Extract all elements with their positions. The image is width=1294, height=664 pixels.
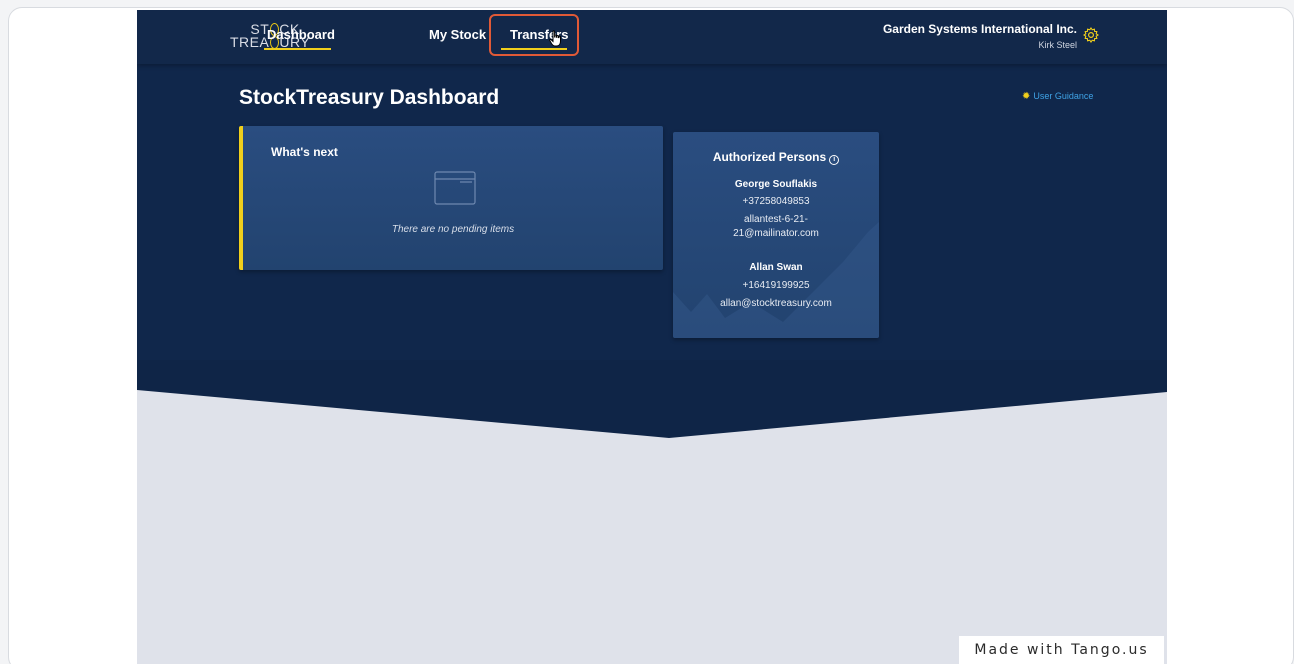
gear-icon[interactable] xyxy=(1083,27,1099,43)
user-guidance-link[interactable]: ✹ User Guidance xyxy=(1022,91,1093,102)
authorized-persons-heading: Authorized Persons i xyxy=(673,150,879,165)
person-name: George Souflakis xyxy=(734,179,818,190)
top-navigation-bar: ST CK TREA URY Dashboard My Stock Transfer… xyxy=(137,10,1167,64)
app-viewport: ST CK TREA URY Dashboard My Stock Transfer… xyxy=(137,10,1167,664)
info-icon[interactable]: i xyxy=(829,155,840,165)
whats-next-card: What's next There are no pending items xyxy=(239,126,663,270)
person-phone: +16419199925 xyxy=(742,280,810,291)
authorized-persons-card: Authorized Persons i George Souflakis +37… xyxy=(673,132,879,338)
user-guidance-label: User Guidance xyxy=(1033,91,1094,101)
empty-state-text: There are no pending items xyxy=(391,224,515,235)
person-name: Allan Swan xyxy=(749,262,803,273)
company-name: Garden Systems International Inc. xyxy=(882,22,1077,36)
empty-window-icon xyxy=(434,171,476,205)
lightbulb-icon: ✹ xyxy=(1022,91,1031,102)
active-tab-underline xyxy=(264,48,331,50)
authorized-persons-title: Authorized Persons xyxy=(712,150,827,164)
person-email-continued: 21@mailinator.com xyxy=(733,228,819,239)
user-name: Kirk Steel xyxy=(1038,40,1077,50)
click-highlight-box xyxy=(489,14,579,56)
person-phone: +37258049853 xyxy=(742,196,810,207)
whats-next-title: What's next xyxy=(271,145,338,159)
page-title: StockTreasury Dashboard xyxy=(239,86,500,109)
person-email: allantest-6-21- xyxy=(744,214,808,225)
tango-watermark: Made with Tango.us xyxy=(959,636,1164,664)
screenshot-frame: ST CK TREA URY Dashboard My Stock Transfer… xyxy=(8,7,1294,664)
person-email: allan@stocktreasury.com xyxy=(720,298,832,309)
nav-dashboard[interactable]: Dashboard xyxy=(267,27,335,42)
hand-pointer-icon xyxy=(549,30,561,47)
nav-my-stock[interactable]: My Stock xyxy=(429,27,486,42)
